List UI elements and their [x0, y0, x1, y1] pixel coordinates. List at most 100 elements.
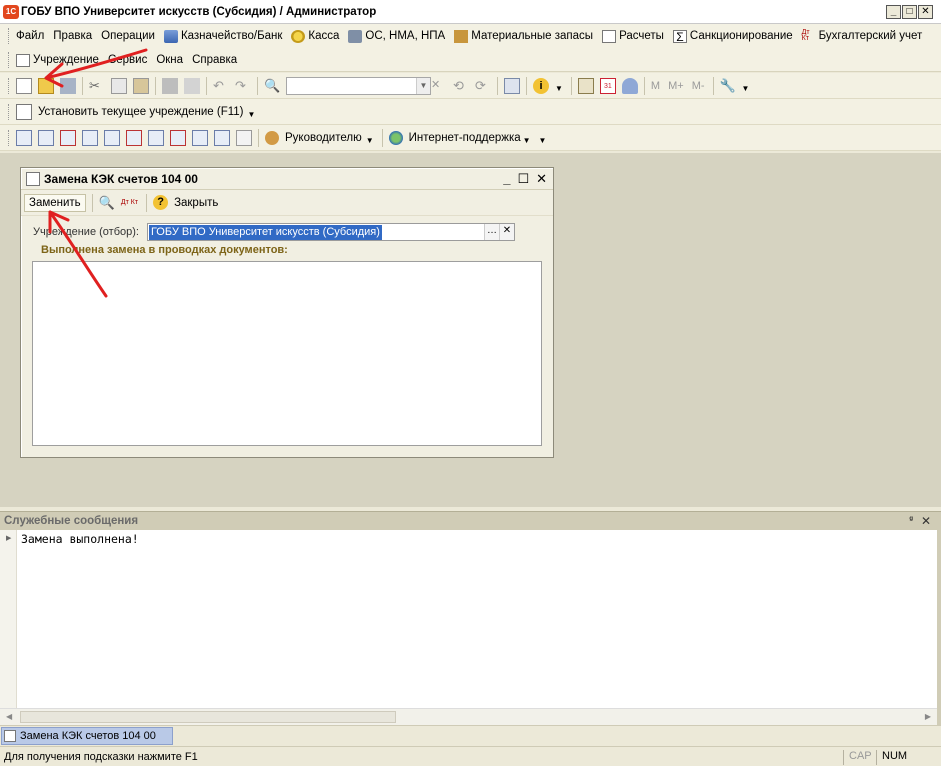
- messages-body[interactable]: ▶ Замена выполнена!: [0, 530, 937, 708]
- find-next-icon[interactable]: ⟲: [453, 78, 469, 94]
- pin-icon[interactable]: ᵍ: [909, 514, 913, 528]
- report-icon[interactable]: [82, 129, 98, 146]
- search-icon[interactable]: 🔍: [264, 78, 280, 94]
- menu-row-1: Файл Правка Операции Казначейство/Банк К…: [0, 24, 941, 48]
- search-input[interactable]: ▼: [286, 76, 431, 95]
- chevron-down-icon[interactable]: ▼: [555, 84, 563, 93]
- set-institution-button[interactable]: Установить текущее учреждение (F11): [38, 106, 244, 118]
- title-bar: 1C ГОБУ ВПО Университет искусств (Субсид…: [0, 0, 941, 24]
- memory-plus-button[interactable]: M+: [668, 80, 684, 92]
- report-icon[interactable]: [214, 129, 230, 146]
- info-icon[interactable]: i: [533, 77, 549, 94]
- window-controls: _ □ ✕: [886, 5, 933, 19]
- chevron-down-icon[interactable]: ▼: [742, 84, 750, 93]
- menu-windows[interactable]: Окна: [156, 54, 183, 66]
- maximize-button[interactable]: □: [902, 5, 917, 19]
- support-button[interactable]: Интернет-поддержка: [409, 132, 521, 144]
- print-icon[interactable]: [162, 77, 178, 94]
- menu-file[interactable]: Файл: [16, 30, 44, 42]
- search-icon[interactable]: 🔍: [99, 195, 115, 211]
- window-taskbar: Замена КЭК счетов 104 00: [0, 725, 941, 746]
- standard-toolbar: ✂ ↶ ↷ 🔍 ▼ ✕ ⟲ ⟳ i ▼ 31 M M+ M- 🔧 ▼: [0, 73, 941, 99]
- status-hint: Для получения подсказки нажмите F1: [4, 750, 198, 763]
- horizontal-scrollbar[interactable]: ◀ ▶: [0, 708, 937, 725]
- menu-accounting[interactable]: Дт Кт Бухгалтерский учет: [802, 29, 923, 43]
- window-title: ГОБУ ВПО Университет искусств (Субсидия)…: [21, 5, 377, 18]
- report-grid-icon[interactable]: [236, 129, 252, 146]
- save-icon[interactable]: [60, 77, 76, 94]
- wrench-icon[interactable]: 🔧: [720, 78, 736, 94]
- redo-icon[interactable]: ↷: [235, 78, 251, 94]
- menu-sanction[interactable]: Σ Санкционирование: [672, 29, 793, 43]
- vertical-scrollbar-edge: [937, 530, 941, 725]
- close-form-button[interactable]: Закрыть: [174, 197, 218, 209]
- chevron-down-icon[interactable]: ▼: [366, 136, 374, 145]
- paste-icon[interactable]: [133, 77, 149, 94]
- users-icon[interactable]: [621, 77, 638, 94]
- new-document-icon[interactable]: [16, 77, 32, 94]
- replace-button[interactable]: Заменить: [24, 193, 86, 212]
- windows-icon[interactable]: [504, 77, 520, 94]
- calendar-icon[interactable]: 31: [599, 77, 616, 94]
- print-preview-icon[interactable]: [184, 77, 200, 94]
- report-icon[interactable]: [38, 129, 54, 146]
- manager-button[interactable]: Руководителю: [285, 132, 362, 144]
- menu-fixed-assets[interactable]: ОС, НМА, НПА: [348, 29, 445, 43]
- dt-kt-icon[interactable]: Дт Кт: [121, 199, 138, 206]
- scroll-left-icon[interactable]: ◀: [6, 712, 12, 721]
- find-prev-icon[interactable]: ⟳: [475, 78, 491, 94]
- menu-settlements[interactable]: Расчеты: [602, 29, 664, 43]
- chevron-down-icon[interactable]: ▼: [539, 136, 547, 145]
- menu-help[interactable]: Справка: [192, 54, 237, 66]
- clear-field-button[interactable]: ✕: [498, 224, 514, 240]
- report-icon[interactable]: [104, 129, 120, 146]
- documents-list[interactable]: [32, 261, 542, 446]
- copy-icon[interactable]: [111, 77, 127, 94]
- select-ellipsis-button[interactable]: …: [483, 224, 499, 240]
- main-menu: Файл Правка Операции Казначейство/Банк К…: [0, 24, 941, 72]
- child-title-bar[interactable]: Замена КЭК счетов 104 00 _ ☐ ✕: [21, 168, 553, 190]
- menu-edit[interactable]: Правка: [53, 30, 92, 42]
- menu-institution[interactable]: Учреждение: [16, 53, 99, 67]
- menu-treasury-bank[interactable]: Казначейство/Банк: [163, 29, 282, 43]
- menu-cash[interactable]: Касса: [291, 29, 339, 43]
- minimize-button[interactable]: _: [886, 5, 901, 19]
- close-button[interactable]: ✕: [918, 5, 933, 19]
- child-close-button[interactable]: ✕: [536, 171, 547, 187]
- scroll-thumb[interactable]: [20, 711, 396, 723]
- memory-minus-button[interactable]: M-: [692, 80, 705, 92]
- message-marker-icon: ▶: [6, 535, 12, 542]
- institution-filter-row: Учреждение (отбор): ГОБУ ВПО Университет…: [33, 223, 515, 241]
- report-icon[interactable]: [16, 129, 32, 146]
- chevron-down-icon[interactable]: ▼: [416, 77, 430, 94]
- app-logo-icon: 1C: [3, 4, 19, 19]
- menu-service[interactable]: Сервис: [108, 54, 147, 66]
- open-folder-icon[interactable]: [38, 77, 54, 94]
- edit-document-icon: [26, 171, 40, 186]
- bank-icon: [163, 29, 178, 43]
- institution-filter-input[interactable]: ГОБУ ВПО Университет искусств (Субсидия)…: [146, 223, 515, 241]
- clear-search-icon[interactable]: ✕: [431, 78, 447, 94]
- child-minimize-button[interactable]: _: [503, 171, 510, 187]
- report-icon[interactable]: [170, 129, 186, 146]
- report-icon[interactable]: [126, 129, 142, 146]
- calculator-icon[interactable]: [577, 77, 594, 94]
- scroll-right-icon[interactable]: ▶: [925, 712, 931, 721]
- menu-operations[interactable]: Операции: [101, 30, 155, 42]
- done-label: Выполнена замена в проводках документов:: [41, 244, 288, 256]
- messages-close-button[interactable]: ✕: [921, 514, 931, 528]
- menu-materials[interactable]: Материальные запасы: [454, 29, 593, 43]
- chevron-down-icon[interactable]: ▼: [248, 110, 256, 119]
- undo-icon[interactable]: ↶: [213, 78, 229, 94]
- cut-icon[interactable]: ✂: [89, 78, 105, 94]
- child-maximize-button[interactable]: ☐: [517, 171, 529, 187]
- institution-icon: [16, 103, 32, 120]
- report-icon[interactable]: [192, 129, 208, 146]
- memory-m-button[interactable]: M: [651, 80, 660, 92]
- report-icon[interactable]: [148, 129, 164, 146]
- taskbar-item[interactable]: Замена КЭК счетов 104 00: [1, 727, 173, 745]
- chevron-down-icon[interactable]: ▼: [523, 136, 531, 145]
- institution-toolbar: Установить текущее учреждение (F11) ▼: [0, 99, 941, 125]
- report-icon[interactable]: [60, 129, 76, 146]
- help-icon[interactable]: ?: [153, 195, 169, 210]
